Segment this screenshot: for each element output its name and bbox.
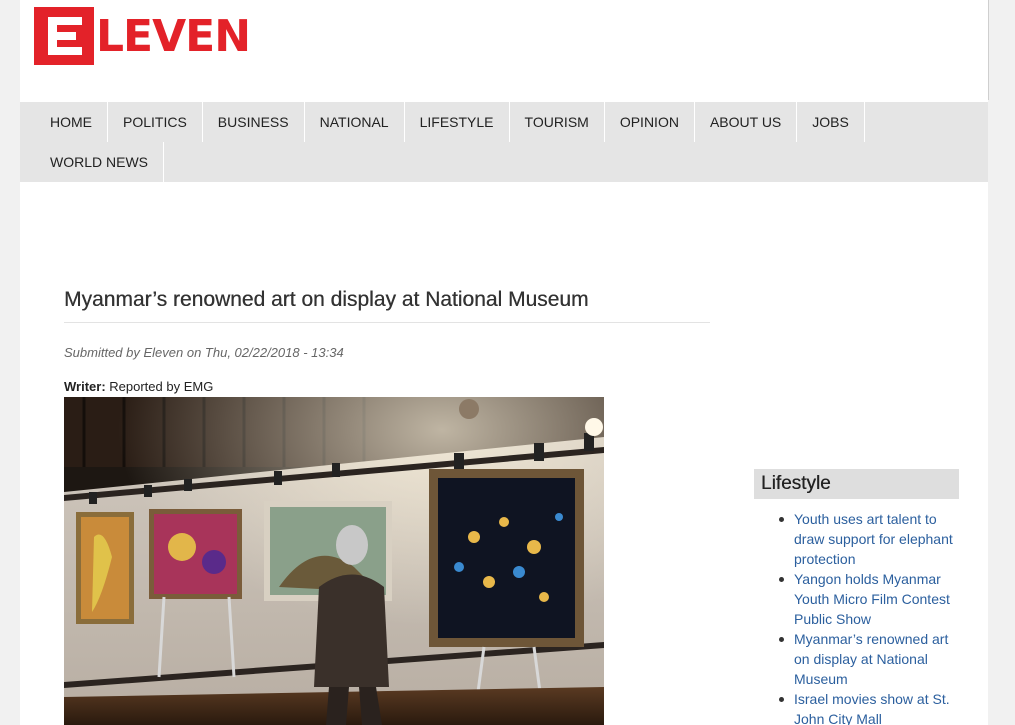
- title-divider: [64, 322, 710, 323]
- nav-row-primary: HOME POLITICS BUSINESS NATIONAL LIFESTYL…: [20, 102, 865, 142]
- nav-item-lifestyle[interactable]: LIFESTYLE: [405, 102, 510, 142]
- nav-item-opinion[interactable]: OPINION: [605, 102, 695, 142]
- sidebar-link-item[interactable]: Yangon holds Myanmar Youth Micro Film Co…: [754, 569, 964, 629]
- header-border-line: [988, 0, 989, 100]
- nav-item-world-news[interactable]: WORLD NEWS: [20, 142, 164, 182]
- article-submitted-info: Submitted by Eleven on Thu, 02/22/2018 -…: [64, 345, 344, 360]
- nav-item-tourism[interactable]: TOURISM: [510, 102, 605, 142]
- article-writer: Writer: Reported by EMG: [64, 379, 213, 394]
- sidebar-section-title: Lifestyle: [754, 469, 959, 499]
- logo-text: LEVEN: [96, 11, 251, 62]
- nav-item-home[interactable]: HOME: [20, 102, 108, 142]
- nav-item-jobs[interactable]: JOBS: [797, 102, 865, 142]
- nav-row-secondary: WORLD NEWS: [20, 142, 164, 182]
- sidebar-link-item[interactable]: Myanmar’s renowned art on display at Nat…: [754, 629, 964, 689]
- writer-value: Reported by EMG: [105, 379, 214, 394]
- gallery-photo-illustration: [64, 397, 604, 725]
- sidebar-link-item[interactable]: Youth uses art talent to draw support fo…: [754, 509, 964, 569]
- sidebar-link-item[interactable]: Israel movies show at St. John City Mall: [754, 689, 964, 725]
- nav-item-politics[interactable]: POLITICS: [108, 102, 203, 142]
- writer-label: Writer:: [64, 379, 106, 394]
- site-logo[interactable]: LEVEN: [34, 6, 251, 66]
- page: LEVEN HOME POLITICS BUSINESS NATIONAL LI…: [0, 0, 1015, 725]
- eleven-e-logo-icon: [34, 7, 94, 65]
- sidebar-article-list: Youth uses art talent to draw support fo…: [754, 509, 964, 725]
- page-container: LEVEN HOME POLITICS BUSINESS NATIONAL LI…: [20, 0, 988, 725]
- nav-item-national[interactable]: NATIONAL: [305, 102, 405, 142]
- nav-item-about-us[interactable]: ABOUT US: [695, 102, 798, 142]
- article-title: Myanmar’s renowned art on display at Nat…: [64, 288, 589, 311]
- article-photo: [64, 397, 604, 725]
- main-navigation: HOME POLITICS BUSINESS NATIONAL LIFESTYL…: [20, 102, 988, 182]
- nav-item-business[interactable]: BUSINESS: [203, 102, 305, 142]
